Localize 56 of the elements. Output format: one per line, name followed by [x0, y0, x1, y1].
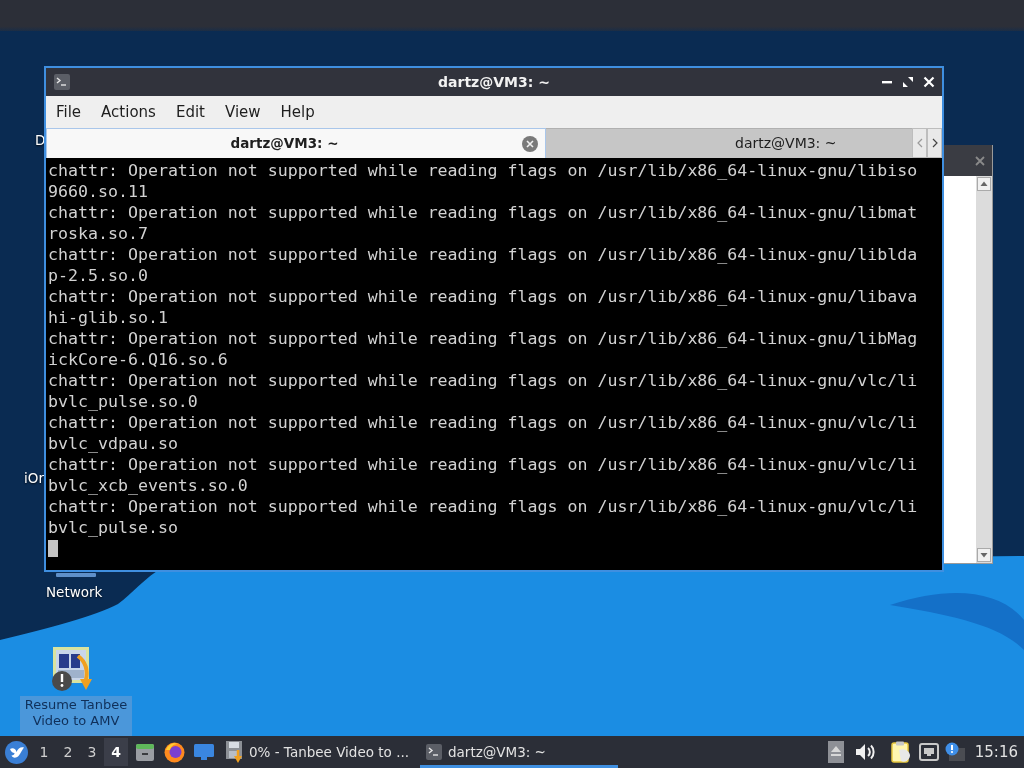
eject-icon[interactable]: [827, 741, 844, 763]
menu-item[interactable]: File: [46, 96, 92, 128]
terminal-line: bvlc_xcb_events.so.0: [48, 475, 249, 496]
terminal-line: roska.so.7: [48, 223, 149, 244]
terminal-icon: [426, 744, 442, 760]
floppy-arrow-icon: [226, 741, 243, 763]
terminal-line: hi-glib.so.1: [48, 307, 169, 328]
clipboard-icon[interactable]: [890, 741, 911, 763]
terminal-line: chattr: Operation not supported while reading flags on /usr/lib/x86_64-linux-gnu/libmat: [48, 202, 919, 223]
tab[interactable]: dartz@VM3: ~: [546, 128, 912, 158]
terminal-line: bvlc_vdpau.so: [48, 433, 179, 454]
terminal-line: chattr: Operation not supported while reading flags on /usr/lib/x86_64-linux-gnu/vlc/li: [48, 454, 919, 475]
terminal-line: ickCore-6.Q16.so.6: [48, 349, 229, 370]
terminal-line: chattr: Operation not supported while reading flags on /usr/lib/x86_64-linux-gnu/vlc/li: [48, 412, 919, 433]
window-title: dartz@VM3: ~: [438, 72, 550, 92]
scroll-up-icon[interactable]: [977, 177, 991, 191]
workspace-button[interactable]: 4: [104, 738, 128, 766]
terminal-line: chattr: Operation not supported while reading flags on /usr/lib/x86_64-linux-gnu/libava: [48, 286, 919, 307]
terminal-line: chattr: Operation not supported while reading flags on /usr/lib/x86_64-linux-gnu/libMag: [48, 328, 919, 349]
chevron-right-icon: [931, 138, 938, 148]
alert-icon[interactable]: [944, 742, 965, 762]
workspace-button[interactable]: 3: [80, 738, 104, 766]
chevron-left-icon: [916, 138, 923, 148]
menu-item[interactable]: Edit: [165, 96, 215, 128]
menu-item[interactable]: Help: [270, 96, 325, 128]
terminal-line: bvlc_pulse.so: [48, 517, 179, 538]
tab[interactable]: dartz@VM3: ~: [46, 128, 546, 158]
desktop-icon-label[interactable]: Resume Tanbee Video to AMV: [20, 696, 132, 736]
desktop-icon-label[interactable]: Network: [46, 584, 103, 600]
menu-item[interactable]: View: [214, 96, 271, 128]
workspace-button[interactable]: 1: [32, 738, 56, 766]
terminal-line: 9660.so.11: [48, 181, 149, 202]
clock[interactable]: 15:16: [974, 740, 1018, 764]
file-cabinet-icon[interactable]: [135, 742, 155, 762]
text-cursor-icon: [48, 540, 58, 557]
browser-icon[interactable]: [164, 741, 185, 763]
desktop-icon-label[interactable]: D: [35, 132, 46, 148]
terminal-icon: [54, 74, 70, 90]
terminal-line: chattr: Operation not supported while reading flags on /usr/lib/x86_64-linux-gnu/vlc/li: [48, 496, 919, 517]
terminal-line: chattr: Operation not supported while reading flags on /usr/lib/x86_64-linux-gnu/libiso: [48, 160, 919, 181]
screen-icon[interactable]: [194, 744, 214, 760]
terminal-line: p-2.5.so.0: [48, 265, 149, 286]
terminal-line: chattr: Operation not supported while reading flags on /usr/lib/x86_64-linux-gnu/vlc/li: [48, 370, 919, 391]
terminal-line: bvlc_pulse.so.0: [48, 391, 199, 412]
task-button[interactable]: 0% - Tanbee Video to ...: [220, 736, 418, 768]
shortcut-icon[interactable]: [52, 646, 92, 692]
desktop-icon-label[interactable]: iOr: [24, 470, 44, 486]
terminal-line: chattr: Operation not supported while reading flags on /usr/lib/x86_64-linux-gnu/liblda: [48, 244, 919, 265]
speaker-icon[interactable]: [854, 743, 875, 761]
maximize-icon[interactable]: [902, 76, 914, 88]
menu-item[interactable]: Actions: [91, 96, 166, 128]
ethernet-icon[interactable]: [918, 743, 939, 761]
task-button[interactable]: dartz@VM3: ~: [420, 736, 618, 768]
start-menu-icon[interactable]: [5, 740, 28, 764]
workspace-button[interactable]: 2: [56, 738, 80, 766]
scroll-down-icon[interactable]: [977, 548, 991, 562]
